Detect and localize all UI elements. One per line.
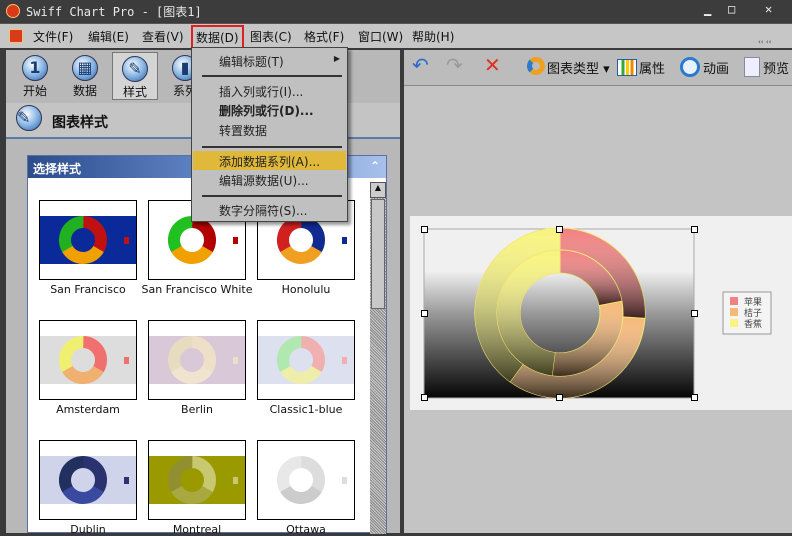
chart-toolbar: ↶ ↷ ✕ 图表类型 ▾ 属性 动画 预览: [404, 50, 792, 86]
properties-icon: [617, 59, 637, 76]
style-label: Ottawa: [286, 523, 326, 536]
menu-item-add-series[interactable]: 添加数据系列(A)...: [193, 151, 346, 170]
chart-panel: ↶ ↷ ✕ 图表类型 ▾ 属性 动画 预览 苹果 桔子 香蕉: [404, 50, 792, 533]
menu-help[interactable]: 帮助(H): [412, 28, 454, 45]
data-menu-dropdown: 编辑标题(T) ▶ 插入列或行(I)... 删除列或行(D)... 转置数据 添加…: [191, 47, 348, 222]
panel-title: 图表样式: [52, 115, 108, 131]
resize-handle[interactable]: [421, 226, 428, 233]
undo-icon[interactable]: ↶: [412, 53, 429, 77]
chart-type-label: 图表类型: [547, 62, 600, 77]
menu-item-number-separator[interactable]: 数字分隔符(S)...: [193, 200, 346, 219]
animation-button[interactable]: 动画: [703, 58, 729, 77]
legend-label: 香蕉: [744, 318, 762, 330]
chart-type-button[interactable]: 图表类型 ▾: [547, 58, 610, 77]
menu-format[interactable]: 格式(F): [304, 28, 344, 45]
pencil-icon: ✎: [122, 56, 148, 82]
resize-handle[interactable]: [421, 310, 428, 317]
tab-label: 开始: [22, 84, 47, 98]
delete-icon[interactable]: ✕: [484, 53, 501, 77]
resize-handle[interactable]: [691, 310, 698, 317]
resize-handle[interactable]: [556, 226, 563, 233]
style-label: Dublin: [70, 523, 106, 536]
legend-swatch: [730, 308, 738, 316]
tab-label: 数据: [72, 84, 97, 98]
collapse-icon[interactable]: ⌃: [370, 159, 380, 173]
menu-overflow[interactable]: ‹‹ ‹‹: [758, 38, 771, 46]
style-label: Classic1-blue: [269, 403, 343, 416]
menu-edit[interactable]: 编辑(E): [88, 28, 129, 45]
style-thumbnail[interactable]: [257, 320, 355, 400]
style-thumbnail[interactable]: [39, 200, 137, 280]
scroll-thumb[interactable]: [371, 199, 385, 309]
maximize-button[interactable]: □: [728, 2, 735, 16]
tab-start[interactable]: 1 开始: [12, 52, 58, 100]
redo-icon[interactable]: ↷: [446, 53, 463, 77]
window-title: Swiff Chart Pro - [图表1]: [26, 5, 202, 19]
vertical-scrollbar[interactable]: ▲: [370, 182, 386, 534]
menu-item-delete[interactable]: 删除列或行(D)...: [193, 100, 346, 119]
menu-item-edit-source[interactable]: 编辑源数据(U)...: [193, 170, 346, 189]
style-label: Montreal: [172, 523, 222, 536]
properties-button[interactable]: 属性: [639, 58, 665, 77]
resize-handle[interactable]: [691, 394, 698, 401]
submenu-arrow-icon: ▶: [333, 54, 340, 63]
doc-icon: [9, 29, 23, 43]
legend-swatch: [730, 297, 738, 305]
resize-handle[interactable]: [556, 394, 563, 401]
menu-separator: [202, 75, 342, 77]
menu-separator: [202, 146, 342, 148]
style-label: San Francisco White: [141, 283, 253, 296]
app-icon: [6, 4, 20, 18]
legend: 苹果桔子香蕉: [722, 291, 772, 335]
close-button[interactable]: ✕: [765, 2, 772, 16]
menu-view[interactable]: 查看(V): [142, 28, 184, 45]
resize-handle[interactable]: [421, 394, 428, 401]
clock-icon: [680, 57, 700, 77]
resize-handle[interactable]: [691, 226, 698, 233]
donut-chart-icon: [527, 57, 545, 75]
style-thumbnail[interactable]: [257, 440, 355, 520]
menu-item-transpose[interactable]: 转置数据: [193, 120, 346, 139]
group-title: 选择样式: [33, 162, 82, 176]
table-icon: ▦: [72, 55, 98, 81]
scroll-up-button[interactable]: ▲: [370, 182, 386, 198]
chart-canvas[interactable]: 苹果 桔子 香蕉: [410, 216, 792, 410]
style-label: Amsterdam: [56, 403, 120, 416]
menu-window[interactable]: 窗口(W): [358, 28, 403, 45]
start-icon: 1: [22, 55, 48, 81]
tab-data[interactable]: ▦ 数据: [62, 52, 108, 100]
menu-item-insert[interactable]: 插入列或行(I)...: [193, 81, 346, 100]
legend-swatch: [730, 319, 738, 327]
menu-item-label: 编辑标题(T): [219, 55, 284, 69]
tab-style[interactable]: ✎ 样式: [112, 52, 158, 100]
pencil-icon: ✎: [16, 105, 42, 131]
menu-bar: 文件(F) 编辑(E) 查看(V) 数据(D) 图表(C) 格式(F) 窗口(W…: [0, 23, 792, 50]
menu-item-edit-title[interactable]: 编辑标题(T) ▶: [193, 51, 346, 70]
legend-label: 桔子: [744, 307, 762, 319]
magnifier-icon: [744, 57, 760, 77]
legend-label: 苹果: [744, 296, 762, 308]
menu-separator: [202, 195, 342, 197]
style-label: San Francisco: [50, 283, 126, 296]
style-label: Berlin: [181, 403, 213, 416]
style-label: Honolulu: [281, 283, 331, 296]
title-bar: Swiff Chart Pro - [图表1] ▁ □ ✕: [0, 0, 792, 22]
tab-label: 样式: [122, 85, 147, 99]
minimize-button[interactable]: ▁: [704, 2, 711, 16]
donut-chart[interactable]: 苹果桔子香蕉: [410, 216, 792, 410]
preview-button[interactable]: 预览: [763, 58, 789, 77]
style-thumbnail[interactable]: [39, 440, 137, 520]
menu-chart[interactable]: 图表(C): [250, 28, 292, 45]
style-thumbnail[interactable]: [148, 320, 246, 400]
menu-file[interactable]: 文件(F): [33, 28, 73, 45]
style-thumbnail[interactable]: [148, 440, 246, 520]
style-thumbnail[interactable]: [39, 320, 137, 400]
